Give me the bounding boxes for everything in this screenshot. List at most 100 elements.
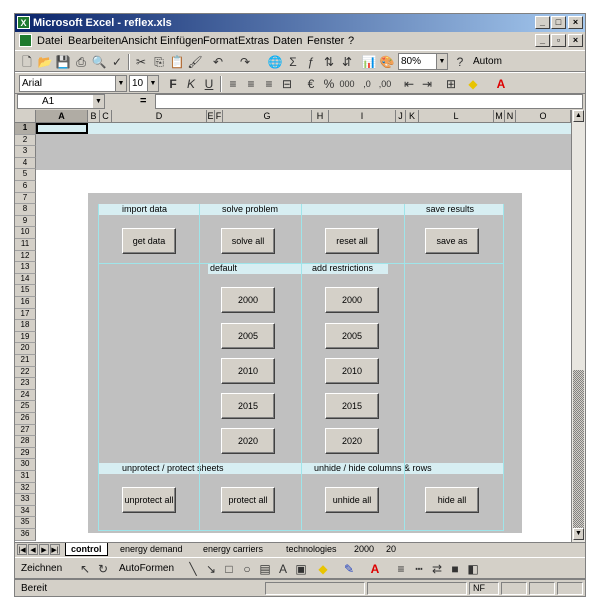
active-cell[interactable]: [36, 123, 88, 134]
column-header[interactable]: B: [88, 110, 100, 123]
percent-icon[interactable]: %: [321, 76, 337, 92]
row-header[interactable]: 28: [15, 436, 36, 448]
column-header[interactable]: A: [36, 110, 88, 123]
font-color-icon[interactable]: A: [493, 76, 509, 92]
rectangle-icon[interactable]: □: [221, 561, 237, 577]
copy-icon[interactable]: ⎘: [151, 54, 167, 70]
doc-minimize-button[interactable]: _: [535, 34, 550, 47]
align-right-icon[interactable]: ≡: [261, 76, 277, 92]
restriction-2000-button[interactable]: 2000: [325, 287, 379, 313]
zoom-select[interactable]: 80% ▼: [398, 53, 448, 70]
select-all-corner[interactable]: [15, 110, 36, 123]
row-header[interactable]: 23: [15, 378, 36, 390]
decrease-decimal-icon[interactable]: ,00: [377, 76, 393, 92]
autosum-icon[interactable]: Σ: [285, 54, 301, 70]
default-2015-button[interactable]: 2015: [221, 393, 275, 419]
maximize-button[interactable]: □: [551, 16, 566, 29]
increase-decimal-icon[interactable]: ,0: [359, 76, 375, 92]
chart-icon[interactable]: 📊: [361, 54, 377, 70]
row-header[interactable]: 15: [15, 285, 36, 297]
unprotect-all-button[interactable]: unprotect all: [122, 487, 176, 513]
menu-format[interactable]: Format: [203, 35, 238, 47]
menu-einfuegen[interactable]: Einfügen: [160, 35, 203, 47]
default-2005-button[interactable]: 2005: [221, 323, 275, 349]
menu-help[interactable]: ?: [348, 35, 354, 47]
font-color-icon[interactable]: A: [367, 561, 383, 577]
tab-control[interactable]: control: [65, 543, 108, 556]
restriction-2010-button[interactable]: 2010: [325, 358, 379, 384]
help-icon[interactable]: ?: [452, 54, 468, 70]
save-as-button[interactable]: save as: [425, 228, 479, 254]
column-header[interactable]: N: [505, 110, 516, 123]
font-select[interactable]: Arial ▼: [19, 75, 127, 92]
undo-icon[interactable]: ↶: [210, 54, 226, 70]
wordart-icon[interactable]: A: [275, 561, 291, 577]
menu-bearbeiten[interactable]: Bearbeiten: [68, 35, 121, 47]
redo-icon[interactable]: ↷: [237, 54, 253, 70]
thousands-icon[interactable]: 000: [339, 76, 355, 92]
first-sheet-icon[interactable]: |◀: [17, 544, 27, 555]
line-style-icon[interactable]: ≡: [393, 561, 409, 577]
row-header[interactable]: 21: [15, 355, 36, 367]
row-header[interactable]: 9: [15, 215, 36, 228]
row-header[interactable]: 5: [15, 169, 36, 181]
new-icon[interactable]: 🗋: [19, 54, 35, 70]
row-header[interactable]: 22: [15, 366, 36, 379]
menu-datei[interactable]: Datei: [37, 35, 63, 47]
row-header[interactable]: 18: [15, 320, 36, 332]
tab-energy-demand[interactable]: energy demand: [115, 543, 188, 555]
row-header[interactable]: 7: [15, 192, 36, 205]
row-header[interactable]: 29: [15, 447, 36, 460]
row-header[interactable]: 25: [15, 401, 36, 413]
solve-all-button[interactable]: solve all: [221, 228, 275, 254]
hyperlink-icon[interactable]: 🌐: [267, 54, 283, 70]
doc-close-button[interactable]: ×: [568, 34, 583, 47]
column-header[interactable]: C: [100, 110, 112, 123]
default-2000-button[interactable]: 2000: [221, 287, 275, 313]
sort-desc-icon[interactable]: ⇵: [339, 54, 355, 70]
print-icon[interactable]: ⎙: [73, 54, 89, 70]
3d-icon[interactable]: ◧: [465, 561, 481, 577]
tab-technologies[interactable]: technologies: [281, 543, 342, 555]
restriction-2015-button[interactable]: 2015: [325, 393, 379, 419]
row-header[interactable]: 14: [15, 273, 36, 286]
tab-energy-carriers[interactable]: energy carriers: [198, 543, 268, 555]
row-header[interactable]: 2: [15, 134, 36, 147]
format-painter-icon[interactable]: 🖌: [187, 54, 203, 70]
minimize-button[interactable]: _: [535, 16, 550, 29]
drawing-icon[interactable]: 🎨: [379, 54, 395, 70]
zeichnen-menu[interactable]: Zeichnen: [21, 563, 62, 574]
row-header[interactable]: 17: [15, 308, 36, 321]
column-header[interactable]: G: [223, 110, 312, 123]
cut-icon[interactable]: ✂: [133, 54, 149, 70]
column-header[interactable]: I: [329, 110, 396, 123]
row-header[interactable]: 13: [15, 262, 36, 274]
row-header[interactable]: 8: [15, 204, 36, 216]
protect-all-button[interactable]: protect all: [221, 487, 275, 513]
size-select[interactable]: 10 ▼: [129, 75, 159, 92]
sort-asc-icon[interactable]: ⇅: [321, 54, 337, 70]
scroll-down-icon[interactable]: ▼: [573, 528, 584, 540]
row-header[interactable]: 24: [15, 389, 36, 402]
row-header[interactable]: 16: [15, 297, 36, 309]
line-color-icon[interactable]: ✎: [341, 561, 357, 577]
column-header[interactable]: D: [112, 110, 207, 123]
hide-all-button[interactable]: hide all: [425, 487, 479, 513]
currency-icon[interactable]: €: [303, 76, 319, 92]
shadow-icon[interactable]: ■: [447, 561, 463, 577]
textbox-icon[interactable]: ▤: [257, 561, 273, 577]
menu-extras[interactable]: Extras: [238, 35, 269, 47]
scroll-up-icon[interactable]: ▲: [573, 110, 584, 122]
default-2010-button[interactable]: 2010: [221, 358, 275, 384]
last-sheet-icon[interactable]: ▶|: [50, 544, 60, 555]
close-button[interactable]: ×: [568, 16, 583, 29]
row-header[interactable]: 20: [15, 343, 36, 355]
formula-input[interactable]: [155, 94, 583, 109]
column-header[interactable]: K: [406, 110, 419, 123]
row-header[interactable]: 32: [15, 482, 36, 495]
row-header[interactable]: 33: [15, 494, 36, 506]
row-header[interactable]: 11: [15, 239, 36, 251]
row-header[interactable]: 27: [15, 424, 36, 437]
row-header[interactable]: 35: [15, 517, 36, 529]
arrow-style-icon[interactable]: ⇄: [429, 561, 445, 577]
